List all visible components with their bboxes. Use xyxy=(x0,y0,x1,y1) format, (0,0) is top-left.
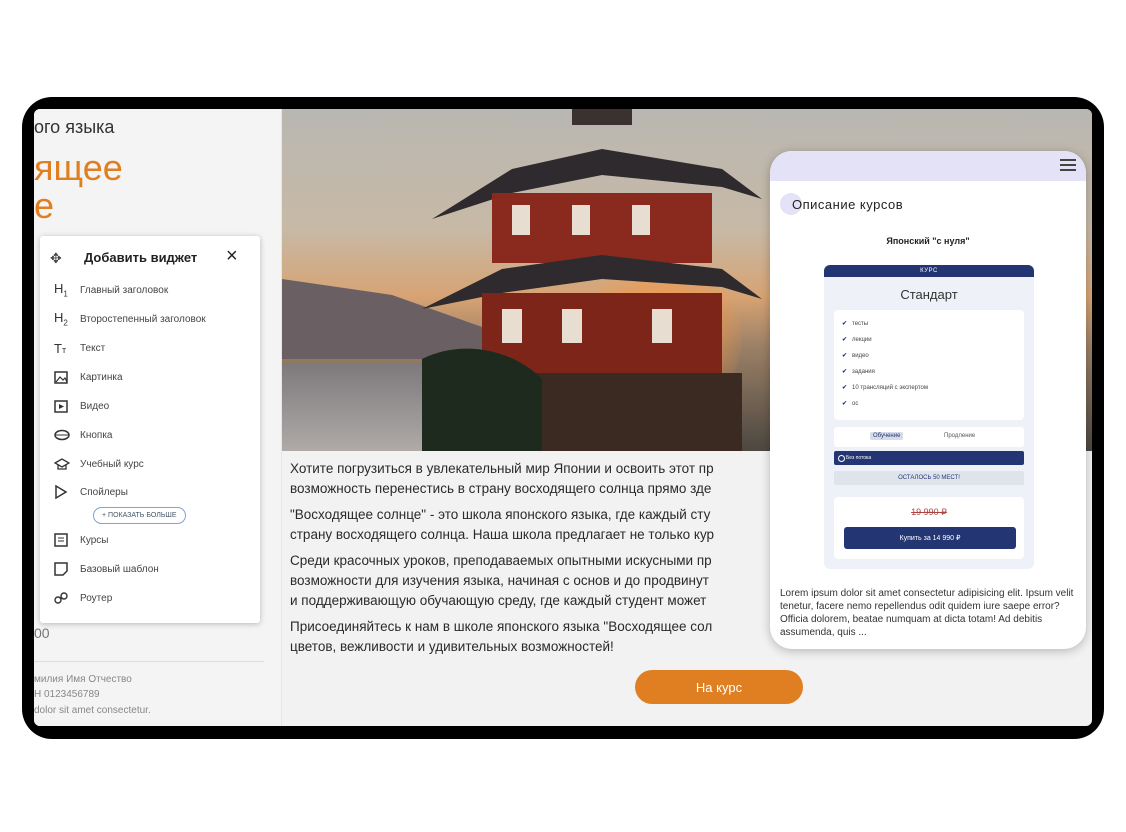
tab-extension[interactable]: Продление xyxy=(944,433,975,439)
video-icon xyxy=(54,399,80,413)
plan-tabs: Обучение Продление xyxy=(834,427,1024,447)
widget-item-label: Картинка xyxy=(80,371,123,383)
paragraph-2: "Восходящее солнце" - это школа японског… xyxy=(290,505,770,545)
mobile-top-bar xyxy=(770,151,1086,181)
courses-section-title: Описание курсов xyxy=(792,197,904,212)
feature-item: ✔ ос xyxy=(842,401,859,407)
check-icon: ✔ xyxy=(842,401,848,407)
paragraph-line: и поддерживающую обучающую среду, где ка… xyxy=(290,593,707,608)
widget-item-h2[interactable]: H2 Второстепенный заголовок xyxy=(54,309,206,329)
widget-item-label: Роутер xyxy=(80,592,113,604)
heading1-icon: H1 xyxy=(54,281,68,299)
editor-screen: ого языка ящее е 00 милия Имя Отчество Н… xyxy=(34,109,1092,726)
footer-name: милия Имя Отчество xyxy=(34,674,132,685)
widget-item-template[interactable]: Базовый шаблон xyxy=(54,559,159,579)
add-widget-panel: ✥ Добавить виджет × H1 Главный заголовок… xyxy=(40,236,260,623)
check-icon: ✔ xyxy=(842,369,848,375)
widget-item-label: Курсы xyxy=(80,534,109,546)
show-more-button[interactable]: + ПОКАЗАТЬ БОЛЬШЕ xyxy=(93,507,186,524)
widget-item-course[interactable]: Учебный курс xyxy=(54,454,144,474)
widget-item-spoilers[interactable]: Спойлеры xyxy=(54,482,128,502)
widget-item-video[interactable]: Видео xyxy=(54,396,109,416)
courses-icon xyxy=(54,533,80,547)
play-triangle-icon xyxy=(54,485,80,499)
widget-item-courses[interactable]: Курсы xyxy=(54,530,108,550)
check-icon: ✔ xyxy=(842,353,848,359)
intro-text-block: Хотите погрузиться в увлекательный мир Я… xyxy=(290,459,770,663)
pricing-card: КУРС Стандарт ✔ тесты ✔ лекции ✔ видео ✔ зад… xyxy=(824,265,1034,569)
widget-item-image[interactable]: Картинка xyxy=(54,367,123,387)
paragraph-line: возможность перенестись в страну восходя… xyxy=(290,481,712,496)
plan-name: Стандарт xyxy=(900,287,958,302)
paragraph-line: страну восходящего солнца. Наша школа пр… xyxy=(290,527,715,542)
template-icon xyxy=(54,562,80,576)
widget-item-label: Второстепенный заголовок xyxy=(80,313,206,325)
course-name: Японский "с нуля" xyxy=(886,236,970,246)
left-divider xyxy=(34,661,264,662)
move-icon[interactable]: ✥ xyxy=(50,250,62,267)
widget-item-label: Спойлеры xyxy=(80,486,128,498)
paragraph-line: Присоединяйтесь к нам в школе японского … xyxy=(290,619,713,634)
feature-list: ✔ тесты ✔ лекции ✔ видео ✔ задания ✔ 10 транс… xyxy=(834,310,1024,420)
widget-item-label: Учебный курс xyxy=(80,458,144,470)
widget-item-label: Кнопка xyxy=(80,429,113,441)
paragraph-1: Хотите погрузиться в увлекательный мир Я… xyxy=(290,459,770,499)
lorem-paragraph: Lorem ipsum dolor sit amet consectetur a… xyxy=(780,588,1074,638)
buy-button[interactable]: Купить за 14 990 ₽ xyxy=(844,527,1016,549)
footer-lorem: dolor sit amet consectetur. xyxy=(34,705,151,716)
feature-item: ✔ видео xyxy=(842,353,869,359)
graduation-cap-icon xyxy=(54,457,80,471)
paragraph-line: Среди красочных уроков, преподаваемых оп… xyxy=(290,553,712,568)
widget-item-label: Базовый шаблон xyxy=(80,563,159,575)
widget-item-button[interactable]: Кнопка xyxy=(54,425,112,445)
check-icon: ✔ xyxy=(842,337,848,343)
price-box: 19 990 ₽ Купить за 14 990 ₽ xyxy=(834,497,1024,559)
pagoda-illustration xyxy=(422,109,762,451)
left-price-fragment: 00 xyxy=(34,625,50,641)
widget-item-label: Главный заголовок xyxy=(80,284,169,296)
widget-item-router[interactable]: Роутер xyxy=(54,588,112,608)
check-icon: ✔ xyxy=(842,321,848,327)
text-icon: Tт xyxy=(54,340,67,356)
footer-inn: Н 0123456789 xyxy=(34,689,100,700)
paragraph-3: Среди красочных уроков, преподаваемых оп… xyxy=(290,551,770,611)
paragraph-line: "Восходящее солнце" - это школа японског… xyxy=(290,507,711,522)
check-icon: ✔ xyxy=(842,385,848,391)
card-header: КУРС xyxy=(824,265,1034,277)
close-icon[interactable]: × xyxy=(226,245,238,268)
widget-item-label: Текст xyxy=(80,342,106,354)
heading2-icon: H2 xyxy=(54,310,68,328)
feature-item: ✔ тесты xyxy=(842,321,869,327)
paragraph-line: цветов, вежливости и удивительных возмож… xyxy=(290,639,614,654)
hamburger-menu-icon[interactable] xyxy=(1060,159,1076,174)
widget-panel-header: ✥ Добавить виджет × xyxy=(40,236,260,278)
feature-item: ✔ задания xyxy=(842,369,875,375)
button-icon xyxy=(54,429,80,441)
seats-left-badge: ОСТАЛОСЬ 50 МЕСТ! xyxy=(834,471,1024,485)
widget-item-label: Видео xyxy=(80,400,110,412)
mobile-preview: Описание курсов Японский "с нуля" КУРС С… xyxy=(770,151,1086,649)
old-price: 19 990 ₽ xyxy=(911,507,947,517)
widget-item-text[interactable]: Tт Текст xyxy=(54,338,105,358)
widget-item-h1[interactable]: H1 Главный заголовок xyxy=(54,280,168,300)
left-subtitle: ого языка xyxy=(34,117,115,137)
paragraph-line: возможности для изучения языка, начиная … xyxy=(290,573,709,588)
feature-item: ✔ 10 трансляций с экспертом xyxy=(842,385,929,391)
link-icon xyxy=(54,591,80,605)
feature-item: ✔ лекции xyxy=(842,337,872,343)
left-hero-title: ящее xyxy=(34,147,123,188)
image-icon xyxy=(54,370,80,384)
stream-option-radio[interactable]: Без потока xyxy=(834,451,1024,465)
tab-learning[interactable]: Обучение xyxy=(870,432,904,440)
go-to-course-button[interactable]: На курс xyxy=(635,670,803,704)
left-hero-title-line2: е xyxy=(34,185,55,226)
widget-panel-title: Добавить виджет xyxy=(84,250,198,265)
paragraph-4: Присоединяйтесь к нам в школе японского … xyxy=(290,617,770,657)
paragraph-line: Хотите погрузиться в увлекательный мир Я… xyxy=(290,461,714,476)
